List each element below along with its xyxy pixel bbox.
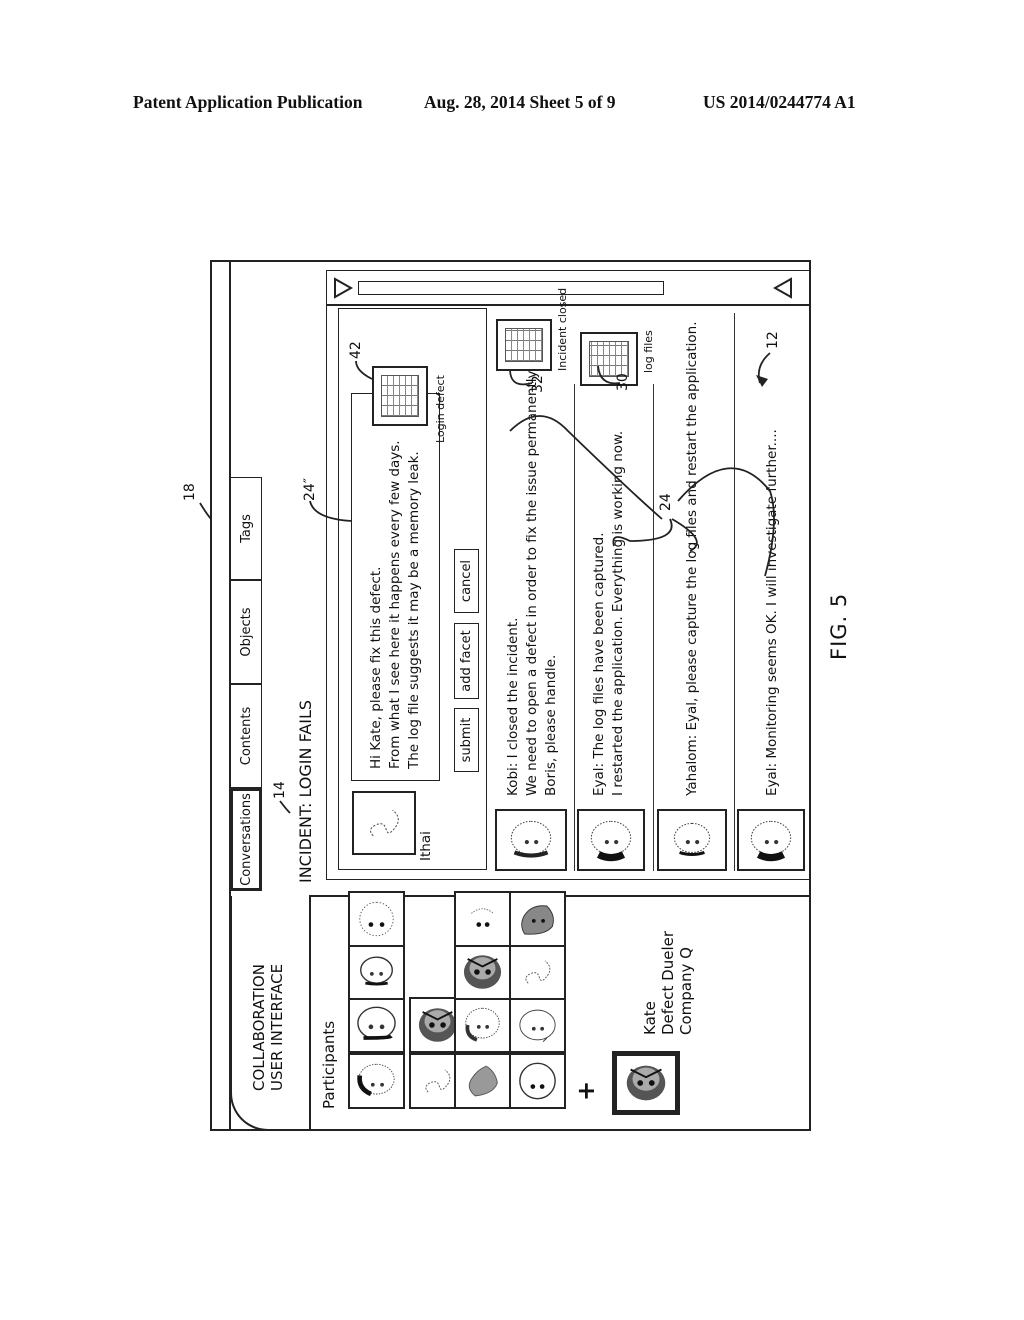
compose-line-2: From what I see here it happens every fe… [387,440,403,769]
suggestion-avatar-4[interactable] [454,891,511,947]
scroll-right-arrow-icon[interactable] [773,277,793,299]
incident-closed-label: Incident closed [556,287,569,371]
message-divider-3 [734,313,735,871]
message-4-avatar [737,809,805,871]
ref-numeral-32: 32 [530,375,546,393]
scroll-left-arrow-icon[interactable] [333,277,353,299]
figure-caption: FIG. 5 [827,592,851,660]
participant-avatar-4[interactable] [348,891,405,947]
compose-author-name: Ithai [418,831,434,861]
compose-author-avatar [352,791,416,855]
message-4-line-1: Eyal: Monitoring seems OK. I will invest… [764,429,780,796]
left-panel-top-border [309,895,311,1131]
tab-tags[interactable]: Tags [230,477,262,580]
participant-avatar-1[interactable] [348,1053,405,1109]
suggestion-avatar-6[interactable] [509,997,566,1053]
selected-person-role: Defect Dueler [659,930,677,1035]
submit-button[interactable]: submit [454,708,479,772]
add-facet-button[interactable]: add facet [454,623,479,699]
suggestion-avatar-3[interactable] [454,944,511,1000]
publication-date-sheet: Aug. 28, 2014 Sheet 5 of 9 [424,92,616,112]
app-title-line2: USER INTERFACE [268,963,286,1091]
ref-numeral-24-double-prime: 24″ [302,477,318,501]
cancel-button[interactable]: cancel [454,549,479,613]
incident-title: INCIDENT: LOGIN FAILS [296,699,315,883]
suggestion-avatar-7[interactable] [509,944,566,1000]
publication-number: US 2014/0244774 A1 [703,92,856,112]
message-2-line-1: Eyal: The log files have been captured. [591,532,607,796]
scrollbar-thumb[interactable] [358,281,664,295]
selected-person-avatar[interactable] [612,1051,680,1115]
participant-avatar-3[interactable] [348,944,405,1000]
tab-objects[interactable]: Objects [230,580,262,684]
suggestion-avatar-8[interactable] [509,891,566,947]
login-defect-label: Login defect [434,375,447,443]
tab-conversations[interactable]: Conversations [230,788,262,891]
compose-line-1: Hi Kate, please fix this defect. [368,566,384,769]
ref-numeral-18: 18 [182,483,198,501]
ref-numeral-24: 24 [658,493,674,511]
ref-numeral-30: 30 [615,373,631,391]
ref-numeral-12: 12 [765,331,781,349]
compose-line-3: The log file suggests it may be a memory… [406,451,422,769]
collaboration-ui-figure: COLLABORATION USER INTERFACE Conversatio… [182,260,811,1131]
suggestion-avatar-1[interactable] [454,1053,511,1109]
message-3-line-1: Yahalom: Eyal, please capture the log fi… [684,321,700,797]
participants-label: Participants [320,1020,338,1109]
participant-avatar-2[interactable] [348,997,405,1053]
message-1-line-3: Boris, please handle. [543,654,559,796]
login-defect-document-icon[interactable] [372,366,428,426]
selected-person-name: Kate [641,1001,659,1035]
suggestion-avatar-5[interactable] [509,1053,566,1109]
ref-numeral-42: 42 [348,341,364,359]
ref-numeral-14: 14 [272,781,288,799]
suggestion-avatar-2[interactable] [454,997,511,1053]
incident-closed-document-icon[interactable] [496,319,552,371]
app-title-line1: COLLABORATION [250,964,268,1091]
publication-label: Patent Application Publication [133,92,363,112]
message-divider-2 [653,384,654,871]
message-2-line-2: I restarted the application. Everything … [610,430,626,796]
log-files-label: log files [642,330,655,373]
message-1-line-2: We need to open a defect in order to fix… [524,368,540,796]
message-divider-1 [574,384,575,871]
message-1-line-1: Kobi: I closed the incident. [505,617,521,796]
add-participant-button[interactable]: + [572,1081,600,1101]
message-1-avatar [495,809,567,871]
message-2-avatar [577,809,645,871]
tab-contents[interactable]: Contents [230,684,262,788]
message-3-avatar [657,809,727,871]
selected-person-company: Company Q [677,947,695,1035]
